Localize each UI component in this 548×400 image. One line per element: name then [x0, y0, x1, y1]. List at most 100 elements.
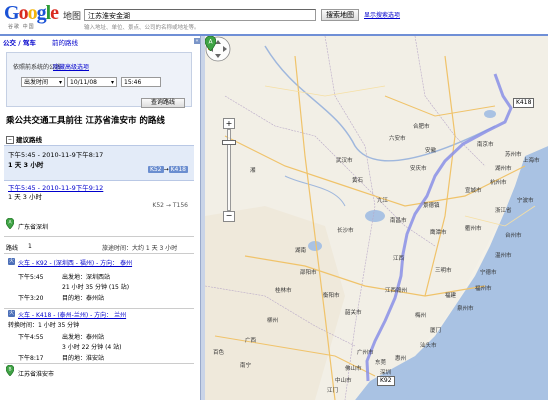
option-duration: 1 天 3 小时: [8, 161, 44, 169]
city-label: 江西: [393, 256, 405, 262]
option-duration: 1 天 3 小时: [8, 193, 42, 201]
city-label: 安徽: [425, 148, 437, 154]
city-label: 湘: [250, 168, 256, 174]
destination-marker-icon: B: [6, 365, 14, 376]
city-label: 鹰潭市: [430, 230, 447, 236]
zoom-slider-thumb[interactable]: [222, 140, 236, 145]
collapse-icon[interactable]: −: [6, 136, 14, 144]
city-label: 湖州市: [495, 166, 512, 172]
city-label: 广州市: [357, 350, 374, 356]
city-label: 惠州: [395, 356, 407, 362]
city-label: 南京市: [477, 142, 494, 148]
date-select[interactable]: 10/11/08: [67, 77, 117, 87]
city-label: 福建: [445, 293, 457, 299]
city-label: 韶关市: [345, 310, 362, 316]
map-line-tag-k92: K92: [377, 376, 395, 386]
city-label: 江门: [327, 388, 339, 394]
city-label: 浙江省: [495, 208, 512, 214]
route-option-1[interactable]: 下午5:45 - 2010-11-9下午8:17 1 天 3 小时 K52 → K4…: [4, 145, 194, 181]
city-label: 景德镇: [423, 203, 440, 209]
divider: [4, 363, 194, 364]
city-label: 宁波市: [517, 198, 534, 204]
divider: [4, 236, 194, 237]
city-label: 宣城市: [465, 188, 482, 194]
search-options-link[interactable]: 显示搜索选项: [364, 10, 400, 19]
city-label: 柳州: [267, 318, 279, 324]
route-form: 依照前系统的公线 隐藏高级选项 出发时间 10/11/08 15:46 查询路线: [6, 52, 192, 108]
city-label: 深圳: [380, 370, 392, 376]
divider: [4, 253, 194, 254]
svg-text:B: B: [8, 367, 11, 373]
line-chip-2: K418: [168, 166, 188, 173]
option-time: 下午5:45 - 2010-11-9下午8:17: [8, 151, 104, 159]
city-label: 梅州: [415, 313, 427, 319]
google-logo[interactable]: Google: [4, 3, 59, 23]
suggest-header[interactable]: − 建议路线: [6, 134, 42, 144]
transit-step-2: 火 火车 - K418 - (泰州-兰州) - 方向： 兰州 转换时间：1 小时…: [8, 310, 127, 362]
search-route-button[interactable]: 查询路线: [141, 98, 185, 108]
result-title: 乘公共交通工具前往 江苏省淮安市 的路线: [6, 116, 165, 126]
city-label: 佛山市: [345, 366, 362, 372]
train-icon: 火: [8, 258, 15, 265]
left-panel: 依照前系统的公线 隐藏高级选项 出发时间 10/11/08 15:46 查询路线…: [0, 46, 200, 400]
city-label: 南昌市: [390, 218, 407, 224]
city-label: 江西赣州: [385, 288, 408, 294]
map-line-tag-k418: K418: [513, 98, 535, 108]
city-label: 三明市: [435, 268, 452, 274]
zoom-in-button[interactable]: +: [223, 118, 235, 129]
search-map-button[interactable]: 搜索地图: [321, 9, 359, 21]
city-label: 南宁: [240, 363, 252, 369]
city-label: 福州市: [475, 286, 492, 292]
divider: [4, 308, 194, 309]
city-label: 东莞: [375, 360, 387, 366]
city-label: 宁德市: [480, 270, 497, 276]
city-label: 安庆市: [410, 166, 427, 172]
city-label: 武汉市: [336, 158, 353, 164]
city-label: 六安市: [389, 136, 406, 142]
city-label: 中山市: [335, 378, 352, 384]
step-heading: 火车 - K92 - (深圳西 - 福州) - 方向： 泰州: [18, 260, 133, 267]
search-input[interactable]: 江苏淮安金湖: [84, 9, 316, 21]
origin-label: 广东省深圳: [18, 224, 49, 231]
depart-type-select[interactable]: 出发时间: [21, 77, 65, 87]
destination-label: 江苏省淮安市: [18, 371, 55, 378]
logo-subtitle: 谷歌 中国: [8, 24, 35, 30]
step-heading: 火车 - K418 - (泰州-兰州) - 方向： 兰州: [18, 312, 127, 319]
city-label: 台州市: [505, 233, 522, 239]
city-label: 邵阳市: [300, 270, 317, 276]
city-label: 杭州市: [490, 180, 507, 186]
map-canvas[interactable]: 南京市 合肥市 六安市 宣城市 苏州市 上海市 武汉市 安庆市 杭州市 黄石 湖…: [205, 36, 548, 400]
time-input[interactable]: 15:46: [121, 77, 161, 87]
origin-marker-icon: A: [6, 218, 14, 229]
city-label: 泉州市: [457, 306, 474, 312]
tabs-row: 公交 / 驾车 前的路线: [0, 36, 200, 47]
city-label: 合肥市: [413, 124, 430, 130]
map-base: [205, 36, 548, 400]
city-label: 黄石: [352, 178, 364, 184]
route-option-2[interactable]: 下午5:45 - 2010-11-9下午9:12 1 天 3 小时 K52 → …: [4, 182, 194, 212]
city-label: 广西: [245, 338, 257, 344]
city-label: 温州市: [495, 253, 512, 259]
city-label: 衢州市: [465, 226, 482, 232]
transit-step-1: 火 火车 - K92 - (深圳西 - 福州) - 方向： 泰州 下午5:45 …: [8, 258, 133, 302]
app-name: 地图: [63, 12, 82, 22]
city-label: 湖南: [295, 248, 307, 254]
line-chip-1: K52: [148, 166, 164, 173]
top-bar: Google 谷歌 中国 地图 江苏淮安金湖 搜索地图 显示搜索选项 输入地址、…: [0, 0, 548, 34]
zoom-out-button[interactable]: −: [223, 211, 235, 222]
city-label: 衡阳市: [323, 293, 340, 299]
option-lines: K52 → T156: [152, 202, 188, 209]
city-label: 上海市: [523, 158, 540, 164]
city-label: 汕头市: [420, 343, 437, 349]
city-label: 桂林市: [275, 288, 292, 294]
city-label: 长沙市: [337, 228, 354, 234]
search-hint: 输入地址、单位、景点、公司的名称或地址等。: [84, 25, 200, 31]
city-label: 厦门: [430, 328, 442, 334]
train-icon: 火: [8, 310, 15, 317]
hide-advanced-link[interactable]: 隐藏高级选项: [53, 62, 89, 71]
city-label: 苏州市: [505, 152, 522, 158]
option-lines: K52 → K418: [148, 166, 188, 173]
city-label: 百色: [213, 350, 225, 356]
city-label: 九江: [377, 198, 389, 204]
origin-map-marker-icon[interactable]: A: [205, 36, 216, 51]
